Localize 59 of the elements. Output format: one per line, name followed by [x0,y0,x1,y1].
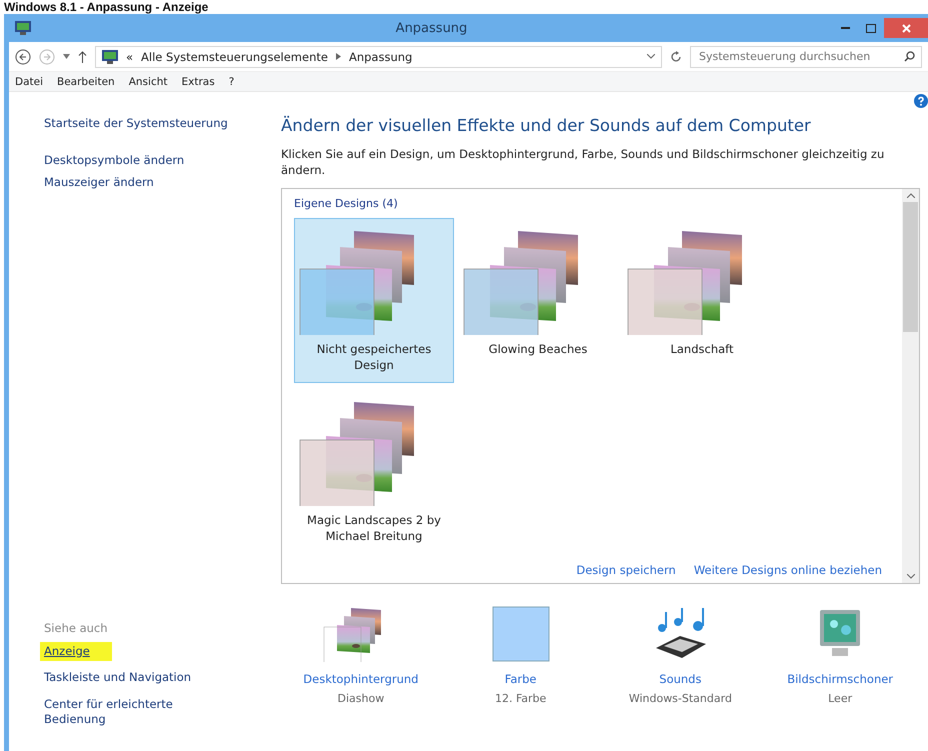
scrollbar[interactable] [902,189,919,584]
menu-item[interactable]: ? [228,76,234,88]
design-name: Nicht gespeichertes Design [316,341,432,374]
address-bar[interactable]: « Alle Systemsteuerungselemente Anpassung [95,46,662,68]
see-also-title: Siehe auch [44,620,109,635]
design-tile[interactable]: Landschaft [622,218,782,384]
app-icon [15,21,31,35]
see-also-link[interactable]: Anzeige [40,642,112,662]
minimize-icon [840,27,850,29]
close-icon [902,24,910,32]
page-heading: Windows 8.1 - Anpassung - Anzeige [4,0,208,14]
control-panel-icon [102,50,118,64]
up-arrow-icon[interactable] [78,50,87,62]
group-title: Eigene Designs (4) [294,197,399,210]
dropdown-icon[interactable] [63,54,70,59]
setting-value: 12. Farbe [494,692,546,706]
sidebar-link[interactable]: Startseite der Systemsteuerung [44,116,269,132]
design-tile[interactable]: Magic Landscapes 2 by Michael Breitung [294,389,454,554]
search-icon[interactable] [904,50,915,62]
design-tile[interactable]: Glowing Beaches [458,218,618,384]
menu-item[interactable]: Ansicht [128,76,168,88]
scroll-down-icon[interactable] [906,574,914,580]
design-link[interactable]: Design speichern [576,563,676,578]
page-title: Ändern der visuellen Effekte und der Sounds auf dem Computer [281,116,812,135]
maximize-icon [866,24,876,32]
setting-link[interactable]: Bildschirmschoner [787,672,894,686]
help-icon[interactable] [914,94,928,108]
design-link[interactable]: Weitere Designs online beziehen [694,563,882,578]
search-field[interactable]: Systemsteuerung durchsuchen [690,46,922,68]
breadcrumb-item[interactable]: Alle Systemsteuerungselemente [141,50,328,64]
chevron-right-icon [336,53,341,60]
breadcrumb-item[interactable]: Anpassung [348,50,412,64]
design-tile[interactable]: Nicht gespeichertes Design [294,218,454,384]
menu-item[interactable]: Datei [15,76,44,88]
menu-item[interactable]: Extras [182,76,215,88]
setting-value: Leer [828,692,852,706]
refresh-icon[interactable] [670,50,682,62]
back-icon[interactable] [15,48,31,64]
setting-value: Windows-Standard [628,692,732,706]
description-text: Klicken Sie auf ein Design, um Desktophintergrund, Farbe, Sounds und Bildschirmschoner gleichzeitig zu ändern. [281,147,886,178]
setting-link[interactable]: Desktophintergrund [303,672,418,686]
sidebar-link[interactable]: Mauszeiger ändern [44,175,269,191]
setting-value: Diashow [338,692,384,706]
setting-link[interactable]: Sounds [659,672,702,686]
menu-item[interactable]: Bearbeiten [57,76,115,88]
design-name: Landschaft [669,341,735,358]
setting-link[interactable]: Farbe [504,672,536,686]
color-swatch-icon [492,606,550,662]
window-title: Anpassung [394,20,468,36]
design-name: Magic Landscapes 2 by Michael Breitung [306,512,442,544]
sidebar-link[interactable]: Desktopsymbole ändern [44,152,269,168]
design-name: Glowing Beaches [488,341,588,358]
see-also-link[interactable]: Taskleiste und Navigation [40,668,210,688]
breadcrumb-overflow[interactable]: « [126,50,134,64]
close-button[interactable] [884,18,928,38]
scrollbar-thumb[interactable] [903,202,918,332]
scroll-up-icon[interactable] [906,193,914,198]
see-also-link[interactable]: Center für erleichterte Bedienung [40,694,210,730]
chevron-down-icon[interactable] [647,54,655,59]
